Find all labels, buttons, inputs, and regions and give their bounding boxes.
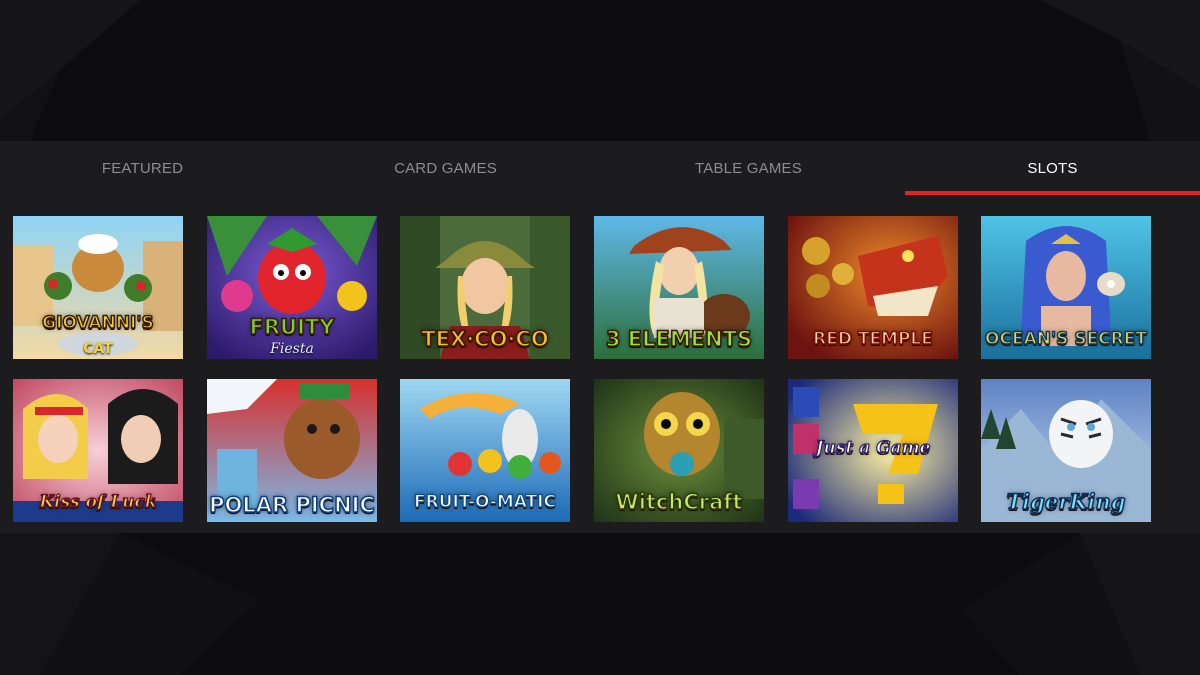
game-art <box>13 216 183 359</box>
game-title: FRUIT-O-MATIC <box>413 491 556 512</box>
game-tile-polar-picnic[interactable]: POLAR PICNIC <box>207 379 377 522</box>
category-tabs: FEATURED CARD GAMES TABLE GAMES SLOTS <box>0 141 1200 195</box>
game-title: OCEAN'S SECRET <box>984 328 1147 350</box>
game-title: 3 ELEMENTS <box>605 326 753 352</box>
game-tile-just-a-game[interactable]: Just a Game <box>788 379 958 522</box>
game-title: WitchCraft <box>615 489 743 515</box>
game-title: POLAR PICNIC <box>208 493 375 517</box>
tab-table-games[interactable]: TABLE GAMES <box>601 141 896 195</box>
game-title: Just a Game <box>815 437 931 458</box>
game-tile-tiger-king[interactable]: TigerKing <box>981 379 1151 522</box>
game-tile-fruit-o-matic[interactable]: FRUIT-O-MATIC <box>400 379 570 522</box>
game-tile-witchcraft[interactable]: WitchCraft <box>594 379 764 522</box>
game-tile-tex-co-co[interactable]: TEX·CO·CO <box>400 216 570 359</box>
game-tile-kiss-of-luck[interactable]: Kiss of Luck <box>13 379 183 522</box>
tab-card-games[interactable]: CARD GAMES <box>298 141 593 195</box>
game-title: Kiss of Luck <box>39 491 158 512</box>
game-subtitle: Fiesta <box>270 341 314 357</box>
games-panel: FEATURED CARD GAMES TABLE GAMES SLOTS GI… <box>0 141 1200 533</box>
game-tile-3-elements[interactable]: 3 ELEMENTS <box>594 216 764 359</box>
game-tile-oceans-secret[interactable]: OCEAN'S SECRET <box>981 216 1151 359</box>
game-subtitle: CAT <box>83 341 113 357</box>
game-tile-fruity-fiesta[interactable]: FRUITY Fiesta <box>207 216 377 359</box>
game-tile-giovannis-cat[interactable]: GIOVANNI'S CAT <box>13 216 183 359</box>
game-title: GIOVANNI'S <box>41 312 154 334</box>
game-title: FRUITY <box>249 314 335 340</box>
game-tile-red-temple[interactable]: RED TEMPLE <box>788 216 958 359</box>
game-title: TEX·CO·CO <box>421 326 550 352</box>
game-title: RED TEMPLE <box>812 328 933 350</box>
game-title: TigerKing <box>1006 489 1126 515</box>
tab-featured[interactable]: FEATURED <box>0 141 290 195</box>
tab-slots[interactable]: SLOTS <box>905 141 1200 195</box>
